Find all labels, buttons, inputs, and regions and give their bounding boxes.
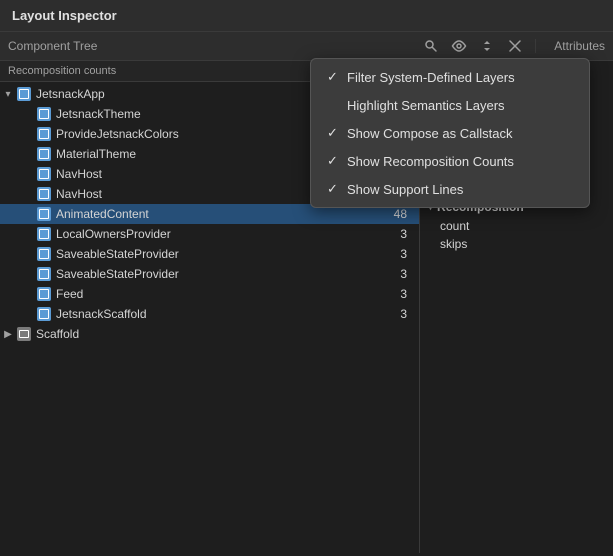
menu-item-support-lines[interactable]: ✓ Show Support Lines (311, 175, 589, 203)
attr-name-skips: skips (440, 237, 605, 251)
tree-item-count: 3 (389, 227, 419, 241)
menu-item-label: Highlight Semantics Layers (347, 98, 573, 113)
tree-item-count: 3 (389, 267, 419, 281)
menu-item-label: Show Support Lines (347, 182, 573, 197)
tree-item-label: AnimatedContent (56, 207, 389, 221)
tree-item[interactable]: LocalOwnersProvider 3 (0, 224, 419, 244)
menu-item-label: Filter System-Defined Layers (347, 70, 573, 85)
component-cube-icon (36, 206, 52, 222)
attr-row-count: count (420, 217, 613, 235)
search-icon[interactable] (421, 36, 441, 56)
eye-icon[interactable] (449, 36, 469, 56)
tree-item-count: 48 (389, 207, 419, 221)
component-cube-icon (36, 226, 52, 242)
component-cube-icon (16, 86, 32, 102)
component-cube-icon (36, 106, 52, 122)
component-rect-icon (16, 326, 32, 342)
check-icon: ✓ (327, 125, 347, 141)
tree-item[interactable]: SaveableStateProvider 3 (0, 264, 419, 284)
attr-row-skips: skips (420, 235, 613, 253)
component-tree-label: Component Tree (8, 39, 417, 53)
tree-item[interactable]: Feed 3 (0, 284, 419, 304)
toolbar: Component Tree Attri (0, 32, 613, 61)
tree-item-label: Scaffold (36, 327, 389, 341)
tree-item-label: SaveableStateProvider (56, 247, 389, 261)
component-cube-icon (36, 246, 52, 262)
tree-item-count: 3 (389, 247, 419, 261)
updown-icon[interactable] (477, 36, 497, 56)
tree-item-label: SaveableStateProvider (56, 267, 389, 281)
attributes-label: Attributes (546, 39, 605, 53)
check-icon: ✓ (327, 181, 347, 197)
tree-item[interactable]: JetsnackScaffold 3 (0, 304, 419, 324)
tree-item-count: 3 (389, 287, 419, 301)
attr-name-count: count (440, 219, 605, 233)
tree-item-count: 3 (389, 307, 419, 321)
component-cube-icon (36, 166, 52, 182)
tree-item-label: LocalOwnersProvider (56, 227, 389, 241)
close-icon[interactable] (505, 36, 525, 56)
menu-item-label: Show Compose as Callstack (347, 126, 573, 141)
tree-item-label: Feed (56, 287, 389, 301)
component-cube-icon (36, 146, 52, 162)
dropdown-menu: ✓ Filter System-Defined Layers ✓ Highlig… (310, 58, 590, 208)
check-icon-empty: ✓ (327, 97, 347, 113)
component-cube-icon (36, 306, 52, 322)
menu-item-recomposition[interactable]: ✓ Show Recomposition Counts (311, 147, 589, 175)
menu-item-label: Show Recomposition Counts (347, 154, 573, 169)
tree-item-label: JetsnackScaffold (56, 307, 389, 321)
component-cube-icon (36, 286, 52, 302)
tree-item[interactable]: ▶ Scaffold (0, 324, 419, 344)
component-cube-icon (36, 186, 52, 202)
tree-toggle[interactable]: ▶ (0, 329, 16, 340)
tree-item[interactable]: SaveableStateProvider 3 (0, 244, 419, 264)
check-icon: ✓ (327, 69, 347, 85)
menu-item-highlight[interactable]: ✓ Highlight Semantics Layers (311, 91, 589, 119)
title-bar: Layout Inspector (0, 0, 613, 32)
app-title: Layout Inspector (12, 8, 117, 23)
toolbar-icons: Attributes (421, 36, 605, 56)
toolbar-divider (535, 39, 536, 53)
menu-item-filter[interactable]: ✓ Filter System-Defined Layers (311, 63, 589, 91)
component-cube-icon (36, 266, 52, 282)
menu-item-callstack[interactable]: ✓ Show Compose as Callstack (311, 119, 589, 147)
tree-toggle[interactable]: ▾ (0, 89, 16, 100)
check-icon: ✓ (327, 153, 347, 169)
component-cube-icon (36, 126, 52, 142)
